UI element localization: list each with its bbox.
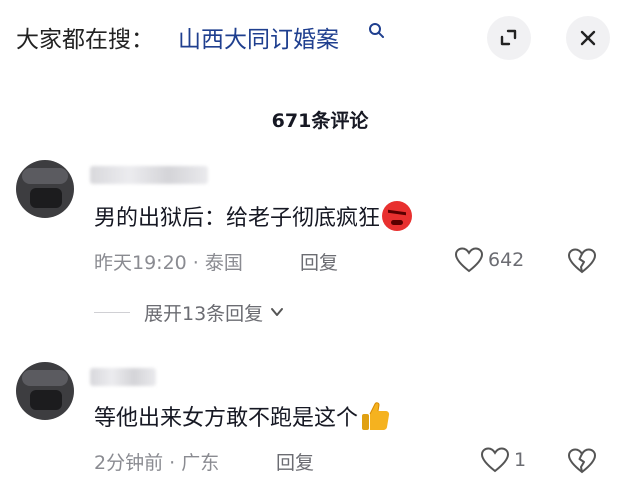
heart-icon xyxy=(480,447,510,473)
heart-icon xyxy=(454,247,484,273)
comment-text: 等他出来女方敢不跑是这个 xyxy=(94,400,390,432)
reply-button[interactable]: 回复 xyxy=(300,248,338,275)
username-redacted xyxy=(90,166,208,184)
comment-time: 昨天19:20 xyxy=(94,252,187,274)
search-icon[interactable] xyxy=(368,22,386,40)
broken-heart-icon[interactable] xyxy=(567,246,597,276)
avatar[interactable] xyxy=(16,160,74,218)
search-term-link[interactable]: 山西大同订婚案 xyxy=(178,20,339,54)
expand-replies-button[interactable]: 展开13条回复 xyxy=(94,300,285,325)
like-button[interactable]: 642 xyxy=(454,245,524,275)
comment-location: 广东 xyxy=(181,452,220,474)
comment-body: 男的出狱后：给老子彻底疯狂 xyxy=(94,206,381,231)
expand-replies-label: 展开13条回复 xyxy=(144,302,264,325)
like-count: 1 xyxy=(514,449,527,471)
fullscreen-button[interactable] xyxy=(487,16,531,60)
comment-time: 2分钟前 xyxy=(94,452,164,474)
expand-icon xyxy=(500,29,517,46)
comment-count-title: 671条评论 xyxy=(271,110,369,132)
meta-separator: · xyxy=(186,252,205,274)
angry-face-emoji-icon xyxy=(382,201,413,231)
comment-text: 男的出狱后：给老子彻底疯狂 xyxy=(94,200,413,232)
search-prefix-label: 大家都在搜： xyxy=(16,27,154,53)
search-suggestion-bar: 大家都在搜： 山西大同订婚案 xyxy=(0,0,640,80)
broken-heart-icon[interactable] xyxy=(567,446,597,476)
reply-button[interactable]: 回复 xyxy=(276,448,314,475)
close-icon xyxy=(580,30,596,46)
comment-timestamp: 2分钟前 · 广东 xyxy=(94,448,219,475)
comment-timestamp: 昨天19:20 · 泰国 xyxy=(94,248,243,275)
like-button[interactable]: 1 xyxy=(480,445,526,475)
comment-location: 泰国 xyxy=(204,252,243,274)
username-redacted xyxy=(90,368,156,386)
comment-body: 等他出来女方敢不跑是这个 xyxy=(94,406,359,431)
close-button[interactable] xyxy=(566,16,610,60)
divider-line xyxy=(94,311,130,313)
like-count: 642 xyxy=(488,249,525,271)
meta-separator: · xyxy=(163,452,182,474)
chevron-down-icon xyxy=(271,308,284,316)
avatar[interactable] xyxy=(16,362,74,420)
thumbs-up-emoji-icon xyxy=(362,402,390,430)
